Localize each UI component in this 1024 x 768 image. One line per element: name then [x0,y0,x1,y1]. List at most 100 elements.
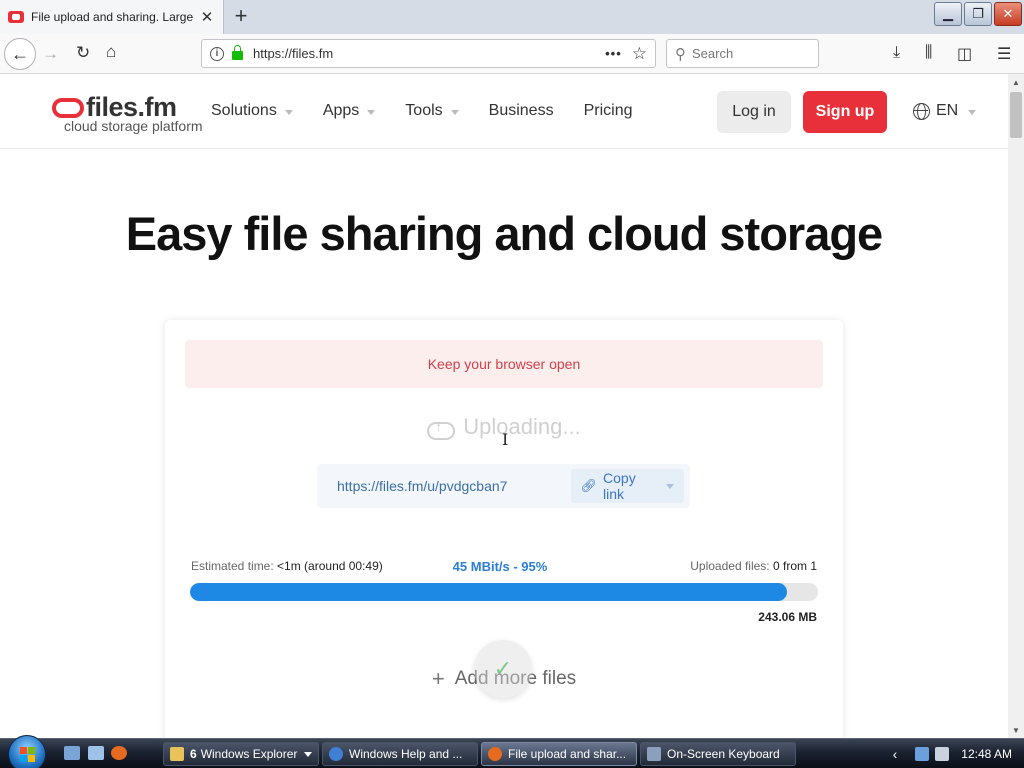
bookmark-star-icon[interactable]: ☆ [632,44,647,64]
lock-icon [232,45,243,60]
site-header: files.fm cloud storage platform Solution… [0,74,1008,149]
signup-button[interactable]: Sign up [803,91,887,133]
home-button[interactable]: ⌂ [106,42,116,62]
chevron-down-icon [367,109,376,115]
page-scrollbar[interactable]: ▲ ▼ [1008,74,1024,738]
nav-item-pricing[interactable]: Pricing [584,102,633,120]
back-button[interactable]: ← [4,38,36,70]
cloud-upload-icon [427,418,456,440]
browser-open-alert: Keep your browser open [185,340,823,388]
files-label: Uploaded files: [690,559,770,573]
hamburger-menu-icon[interactable]: ☰ [997,44,1011,64]
nav-item-tools[interactable]: Tools [405,102,459,120]
nav-label: Tools [405,102,443,119]
download-icon[interactable]: ⤓ [893,44,900,62]
tray-expand-icon[interactable]: ‹ [893,746,898,762]
scroll-thumb[interactable] [1010,92,1022,138]
address-bar[interactable]: i https://files.fm ••• ☆ [201,39,656,68]
forward-button[interactable]: → [42,44,59,64]
globe-icon [913,102,930,120]
url-text[interactable]: https://files.fm [253,46,333,61]
site-info-icon[interactable]: i [210,46,224,61]
files-value: 0 from 1 [772,559,817,573]
web-page: files.fm cloud storage platform Solution… [0,74,1008,738]
uploaded-files: Uploaded files: 0 from 1 [690,559,817,573]
taskbar-item-label: On-Screen Keyboard [667,747,780,761]
window-controls: ▁ ❐ ✕ [934,2,1022,26]
nav-item-solutions[interactable]: Solutions [211,102,293,120]
files-fm-favicon-icon [8,11,24,23]
browser-tab-active[interactable]: File upload and sharing. Large f ✕ [0,0,224,34]
taskbar-item-on-screen-keyboard[interactable]: On-Screen Keyboard [640,742,796,766]
language-selector[interactable]: EN [913,102,977,120]
nav-item-business[interactable]: Business [489,102,554,120]
taskbar-item-firefox[interactable]: File upload and shar... [481,742,637,766]
new-tab-button[interactable]: + [229,4,253,28]
chevron-down-icon [666,483,674,489]
switch-windows-icon[interactable] [88,746,104,760]
browser-toolbar: ← → ↻ ⌂ i https://files.fm ••• ☆ ⚲ ⤓ ⫼ ◫… [0,34,1024,74]
reload-icon: ↻ [76,43,91,62]
tab-strip: File upload and sharing. Large f ✕ + ▁ ❐… [0,0,1024,34]
check-icon: ✓ [474,640,532,698]
page-title: Easy file sharing and cloud storage [125,207,883,260]
folder-icon [170,747,184,761]
nav-label: Apps [322,102,360,119]
reload-button[interactable]: ↻ [76,43,90,63]
close-window-button[interactable]: ✕ [994,2,1022,26]
tab-title: File upload and sharing. Large f [31,10,193,24]
upload-stats: Estimated time: <1m (around 00:49) 45 MB… [191,559,817,575]
nav-item-apps[interactable]: Apps [322,102,376,120]
volume-muted-icon[interactable] [935,747,950,761]
login-button[interactable]: Log in [717,91,791,133]
firefox-icon[interactable] [111,746,127,760]
nav-label: Business [488,102,554,119]
taskbar-item-windows-help[interactable]: Windows Help and ... [322,742,478,766]
link-icon: 🔗︎ [580,478,598,493]
taskbar-item-label: File upload and shar... [508,747,627,761]
language-label: EN [936,102,959,119]
copy-link-label: Copy link [603,470,636,502]
plus-icon: + [431,666,445,691]
text-cursor-icon: I [502,430,509,449]
chevron-down-icon [450,109,459,115]
taskbar-item-windows-explorer[interactable]: 6 Windows Explorer [163,742,319,766]
chevron-down-icon [968,109,977,115]
share-link-url[interactable]: https://files.fm/u/pvdgcban7 [317,478,571,494]
scroll-down-arrow-icon[interactable]: ▼ [1008,722,1024,738]
sidebar-icon[interactable]: ◫ [957,44,972,64]
minimize-button[interactable]: ▁ [934,2,962,26]
chevron-down-icon [284,109,293,115]
forward-arrow-icon: → [42,44,59,63]
network-icon[interactable] [915,747,930,761]
clock[interactable]: 12:48 AM [961,747,1012,761]
tab-close-icon[interactable]: ✕ [199,8,215,26]
scroll-up-arrow-icon[interactable]: ▲ [1008,74,1024,90]
windows-taskbar: 6 Windows Explorer Windows Help and ... … [0,735,1024,768]
copy-link-button[interactable]: 🔗︎ Copy link [570,469,684,503]
share-link-box: https://files.fm/u/pvdgcban7 🔗︎ Copy lin… [317,464,690,508]
restore-button[interactable]: ❐ [964,2,992,26]
window-count: 6 [190,747,197,761]
keyboard-icon [647,747,661,761]
search-box[interactable]: ⚲ [666,39,819,68]
library-icon[interactable]: ⫼ [925,44,932,62]
upload-card: Keep your browser open Uploading... I ht… [165,320,843,738]
upload-progress-fill [190,583,787,601]
system-tray: ‹ 12:48 AM [893,739,1024,768]
nav-label: Pricing [583,102,633,119]
upload-size: 243.06 MB [758,610,817,624]
chevron-down-icon [304,751,312,757]
show-desktop-icon[interactable] [64,746,80,760]
page-actions-icon[interactable]: ••• [605,46,622,61]
logo-mark-icon [52,98,84,118]
firefox-icon [488,747,502,761]
search-icon: ⚲ [675,45,686,63]
taskbar-item-label: Windows Explorer [200,747,298,761]
search-input[interactable] [692,46,802,61]
windows-flag-icon [20,747,36,763]
start-button[interactable] [8,735,46,768]
back-arrow-icon: ← [11,43,29,64]
upload-status-label: Uploading... [463,414,581,439]
main-nav: Solutions Apps Tools Business Pricing [211,102,662,120]
